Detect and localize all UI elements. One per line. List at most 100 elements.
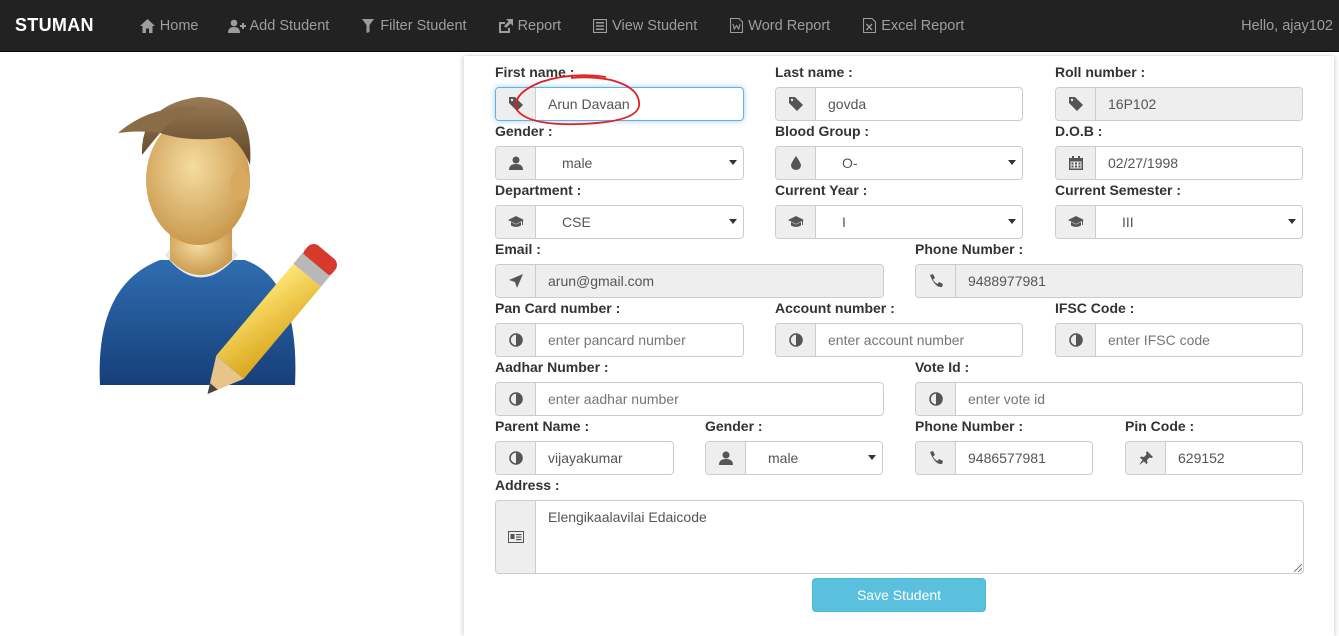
vote-id-input[interactable]: [956, 383, 1302, 415]
first-name-group: [495, 87, 744, 121]
roll-number-input[interactable]: [1096, 88, 1302, 120]
current-semester-selected-text: III: [1122, 214, 1134, 230]
add-user-icon: [228, 18, 247, 34]
parent-gender-label: Gender :: [705, 418, 763, 434]
graduation-cap-icon: [776, 206, 816, 238]
parent-phone-input[interactable]: [956, 442, 1092, 474]
pin-code-label: Pin Code :: [1125, 418, 1195, 434]
parent-phone-label: Phone Number :: [915, 418, 1024, 434]
gender-selected-text: male: [562, 155, 593, 171]
adjust-icon: [496, 383, 536, 415]
list-icon: [591, 18, 609, 34]
phone-number-input[interactable]: [956, 265, 1302, 297]
roll-number-group: [1055, 87, 1303, 121]
home-icon: [139, 18, 157, 34]
nav-view-student[interactable]: View Student: [576, 0, 712, 52]
nav-excel-report[interactable]: Excel Report: [845, 0, 979, 52]
nav-add-student[interactable]: Add Student: [213, 0, 344, 52]
department-label: Department :: [495, 182, 582, 198]
chevron-down-icon: [1008, 219, 1016, 224]
current-semester-value: III: [1096, 206, 1302, 238]
parent-name-input[interactable]: [536, 442, 673, 474]
account-number-label: Account number :: [775, 300, 895, 316]
last-name-group: [775, 87, 1023, 121]
nav-report-label: Report: [517, 17, 562, 34]
email-input[interactable]: [536, 265, 883, 297]
tag-icon: [1056, 88, 1096, 120]
nav-menu: Home Add Student Filter Student Report V…: [124, 0, 979, 52]
chevron-down-icon: [1008, 160, 1016, 165]
parent-gender-select[interactable]: male: [705, 441, 883, 475]
drop-icon: [776, 147, 816, 179]
current-year-select[interactable]: I: [775, 205, 1023, 239]
pushpin-icon: [1126, 442, 1166, 474]
last-name-input[interactable]: [816, 88, 1022, 120]
current-year-selected-text: I: [842, 214, 846, 230]
word-file-icon: [727, 18, 745, 34]
account-number-input[interactable]: [816, 324, 1022, 356]
pin-code-input[interactable]: [1166, 442, 1302, 474]
adjust-icon: [496, 324, 536, 356]
adjust-icon: [916, 383, 956, 415]
parent-phone-group: [915, 441, 1093, 475]
dob-label: D.O.B :: [1055, 123, 1103, 139]
email-label: Email :: [495, 241, 541, 257]
current-year-label: Current Year :: [775, 182, 868, 198]
save-student-button[interactable]: Save Student: [812, 578, 986, 612]
first-name-input[interactable]: [536, 88, 743, 120]
parent-name-group: [495, 441, 674, 475]
nav-filter-student-label: Filter Student: [380, 17, 467, 34]
id-card-icon: [496, 501, 536, 573]
pan-card-input[interactable]: [536, 324, 743, 356]
nav-view-student-label: View Student: [612, 17, 698, 34]
brand-logo[interactable]: STUMAN: [0, 15, 109, 36]
pin-code-group: [1125, 441, 1303, 475]
aadhar-number-label: Aadhar Number :: [495, 359, 609, 375]
parent-name-label: Parent Name :: [495, 418, 590, 434]
blood-group-selected-text: O-: [842, 155, 858, 171]
adjust-icon: [776, 324, 816, 356]
user-icon: [706, 442, 746, 474]
blood-group-select[interactable]: O-: [775, 146, 1023, 180]
chevron-down-icon: [868, 455, 876, 460]
ifsc-code-group: [1055, 323, 1303, 357]
last-name-label: Last name :: [775, 64, 853, 80]
gender-label: Gender :: [495, 123, 553, 139]
nav-add-student-label: Add Student: [249, 17, 330, 34]
dob-group: [1055, 146, 1303, 180]
address-textarea[interactable]: Elengikaalavilai Edaicode: [536, 501, 1303, 573]
gender-select[interactable]: male: [495, 146, 744, 180]
ifsc-code-input[interactable]: [1096, 324, 1302, 356]
aadhar-number-input[interactable]: [536, 383, 883, 415]
tag-icon: [776, 88, 816, 120]
aadhar-number-group: [495, 382, 884, 416]
pan-card-group: [495, 323, 744, 357]
nav-word-report[interactable]: Word Report: [712, 0, 845, 52]
pan-card-label: Pan Card number :: [495, 300, 621, 316]
graduation-cap-icon: [1056, 206, 1096, 238]
department-select[interactable]: CSE: [495, 205, 744, 239]
tag-icon: [496, 88, 536, 120]
adjust-icon: [1056, 324, 1096, 356]
current-year-value: I: [816, 206, 1022, 238]
phone-number-group: [915, 264, 1303, 298]
first-name-label: First name :: [495, 64, 575, 80]
adjust-icon: [496, 442, 536, 474]
blood-group-value: O-: [816, 147, 1022, 179]
dob-input[interactable]: [1096, 147, 1302, 179]
user-greeting[interactable]: Hello, ajay102: [1241, 0, 1333, 52]
blood-group-label: Blood Group :: [775, 123, 870, 139]
nav-report[interactable]: Report: [482, 0, 577, 52]
department-selected-text: CSE: [562, 214, 591, 230]
resize-grip-icon[interactable]: [1294, 564, 1302, 572]
ifsc-code-label: IFSC Code :: [1055, 300, 1135, 316]
current-semester-select[interactable]: III: [1055, 205, 1303, 239]
chevron-down-icon: [1288, 219, 1296, 224]
account-number-group: [775, 323, 1023, 357]
nav-filter-student[interactable]: Filter Student: [344, 0, 481, 52]
student-edit-avatar-image: [70, 85, 390, 405]
send-icon: [496, 265, 536, 297]
nav-home[interactable]: Home: [124, 0, 214, 52]
nav-home-label: Home: [159, 17, 199, 34]
parent-gender-value: male: [746, 442, 882, 474]
